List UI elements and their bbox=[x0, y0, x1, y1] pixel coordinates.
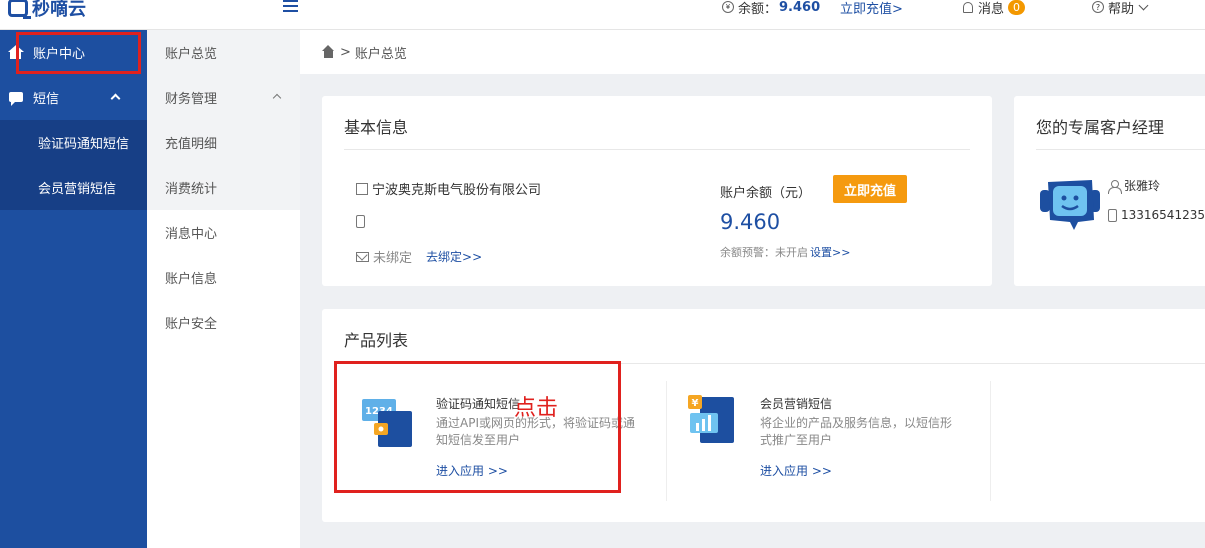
main-sidebar: 账户中心 短信 验证码通知短信 会员营销短信 bbox=[0, 30, 147, 548]
nav-account-overview[interactable]: 账户总览 bbox=[147, 30, 300, 75]
sms-icon bbox=[9, 91, 23, 106]
nav-finance-management[interactable]: 财务管理 bbox=[147, 75, 300, 120]
divider bbox=[990, 381, 991, 501]
person-icon bbox=[1108, 179, 1122, 194]
marketing-sms-icon: ¥ bbox=[688, 395, 734, 443]
nav-label: 财务管理 bbox=[165, 92, 218, 107]
nav-recharge-details[interactable]: 充值明细 bbox=[147, 120, 300, 165]
phone-line bbox=[356, 215, 369, 228]
annotation-click-label: 点击 bbox=[514, 396, 559, 421]
manager-name-line: 张雅玲 bbox=[1108, 177, 1160, 194]
nav-consumption-stats[interactable]: 消费统计 bbox=[147, 165, 300, 210]
enter-app-link[interactable]: 进入应用 >> bbox=[760, 462, 832, 479]
balance-label: 余额： bbox=[738, 1, 778, 17]
menu-toggle-icon[interactable] bbox=[283, 0, 298, 12]
logo-icon bbox=[8, 0, 31, 19]
email-line: 未绑定 去绑定>> bbox=[356, 247, 482, 266]
manager-phone-line: 13316541235 bbox=[1108, 208, 1205, 222]
mail-icon bbox=[356, 251, 369, 262]
home-icon[interactable] bbox=[322, 45, 335, 58]
product-list-title: 产品列表 bbox=[344, 331, 409, 350]
product-verification-sms[interactable]: 1234 验证码通知短信 通过API或网页的形式，将验证码或通 知短信发至用户 … bbox=[362, 395, 662, 505]
basic-info-card: 基本信息 宁波奥克斯电气股份有限公司 未绑定 去绑定>> 账户余额（元） 立即充… bbox=[322, 96, 992, 286]
home-icon bbox=[8, 44, 24, 60]
product-marketing-sms[interactable]: ¥ 会员营销短信 将企业的产品及服务信息，以短信形 式推广至用户 进入应用 >> bbox=[688, 395, 988, 505]
balance-warning: 余额预警：未开启 bbox=[720, 246, 808, 259]
basic-info-title: 基本信息 bbox=[344, 118, 409, 137]
bell-icon bbox=[963, 1, 973, 13]
messages-label: 消息 bbox=[978, 1, 1005, 17]
building-icon bbox=[356, 182, 368, 195]
sidebar-item-account-center[interactable]: 账户中心 bbox=[0, 30, 147, 75]
product-name: 会员营销短信 bbox=[760, 397, 833, 411]
verification-sms-icon: 1234 bbox=[362, 399, 412, 447]
secondary-sidebar: 账户总览 财务管理 充值明细 消费统计 消息中心 账户信息 账户安全 bbox=[147, 30, 300, 548]
nav-account-security[interactable]: 账户安全 bbox=[147, 300, 300, 345]
manager-avatar-icon bbox=[1040, 180, 1100, 230]
sidebar-subitem-marketing-sms[interactable]: 会员营销短信 bbox=[0, 165, 147, 210]
chevron-up-icon bbox=[272, 93, 282, 103]
product-description: 将企业的产品及服务信息，以短信形 式推广至用户 bbox=[760, 416, 953, 447]
logo[interactable]: 秒嘀云 bbox=[8, 0, 86, 20]
coin-icon: ¥ bbox=[722, 1, 734, 13]
top-recharge-link[interactable]: 立即充值> bbox=[840, 0, 903, 17]
phone-icon bbox=[356, 215, 365, 228]
nav-account-info[interactable]: 账户信息 bbox=[147, 255, 300, 300]
sidebar-item-sms[interactable]: 短信 bbox=[0, 75, 147, 120]
product-list-card: 产品列表 1234 验证码通知短信 通过API或网页的形式，将验证码或通 知短信… bbox=[322, 309, 1205, 522]
divider bbox=[1036, 149, 1205, 150]
balance-display: ¥ 余额： 9.460 bbox=[722, 0, 821, 17]
company-name: 宁波奥克斯电气股份有限公司 bbox=[372, 183, 542, 198]
messages-button[interactable]: 消息 0 bbox=[963, 0, 1026, 17]
messages-badge: 0 bbox=[1008, 0, 1026, 15]
email-status: 未绑定 bbox=[373, 251, 413, 266]
sidebar-subitem-verification-sms[interactable]: 验证码通知短信 bbox=[0, 120, 147, 165]
logo-text: 秒嘀云 bbox=[32, 0, 86, 20]
account-manager-card: 您的专属客户经理 张雅玲 13316541235 bbox=[1014, 96, 1205, 286]
product-name: 验证码通知短信 bbox=[436, 397, 521, 411]
manager-title: 您的专属客户经理 bbox=[1036, 118, 1165, 137]
enter-app-link[interactable]: 进入应用 >> bbox=[436, 462, 508, 479]
balance-value: 9.460 bbox=[779, 0, 821, 15]
chevron-up-icon bbox=[110, 93, 121, 104]
phone-icon bbox=[1108, 208, 1117, 222]
bind-email-link[interactable]: 去绑定>> bbox=[426, 248, 482, 265]
nav-message-center[interactable]: 消息中心 bbox=[147, 210, 300, 255]
manager-phone: 13316541235 bbox=[1121, 208, 1205, 222]
sidebar-item-label: 短信 bbox=[33, 92, 60, 107]
warning-settings-link[interactable]: 设置>> bbox=[810, 244, 850, 260]
divider bbox=[344, 363, 1205, 364]
help-label: 帮助 bbox=[1108, 1, 1135, 17]
breadcrumb-current: 账户总览 bbox=[354, 46, 407, 62]
svg-text:¥: ¥ bbox=[692, 398, 699, 409]
balance-label: 账户余额（元） bbox=[720, 186, 812, 201]
company-line: 宁波奥克斯电气股份有限公司 bbox=[356, 179, 541, 198]
breadcrumb-separator: > bbox=[340, 44, 351, 60]
breadcrumb: > 账户总览 bbox=[300, 30, 1205, 74]
divider bbox=[666, 381, 667, 501]
balance-warning-line: 余额预警：未开启 设置>> bbox=[720, 244, 850, 260]
recharge-button[interactable]: 立即充值 bbox=[833, 175, 907, 203]
account-balance-value: 9.460 bbox=[720, 210, 781, 234]
help-button[interactable]: ? 帮助 bbox=[1092, 0, 1149, 17]
manager-name: 张雅玲 bbox=[1124, 179, 1161, 193]
sidebar-item-label: 账户中心 bbox=[33, 47, 86, 62]
top-bar: 秒嘀云 ¥ 余额： 9.460 立即充值> 消息 0 ? 帮助 bbox=[0, 0, 1205, 30]
chevron-down-icon bbox=[1138, 0, 1149, 10]
divider bbox=[344, 149, 970, 150]
sms-submenu: 验证码通知短信 会员营销短信 bbox=[0, 120, 147, 210]
help-icon: ? bbox=[1092, 1, 1104, 13]
